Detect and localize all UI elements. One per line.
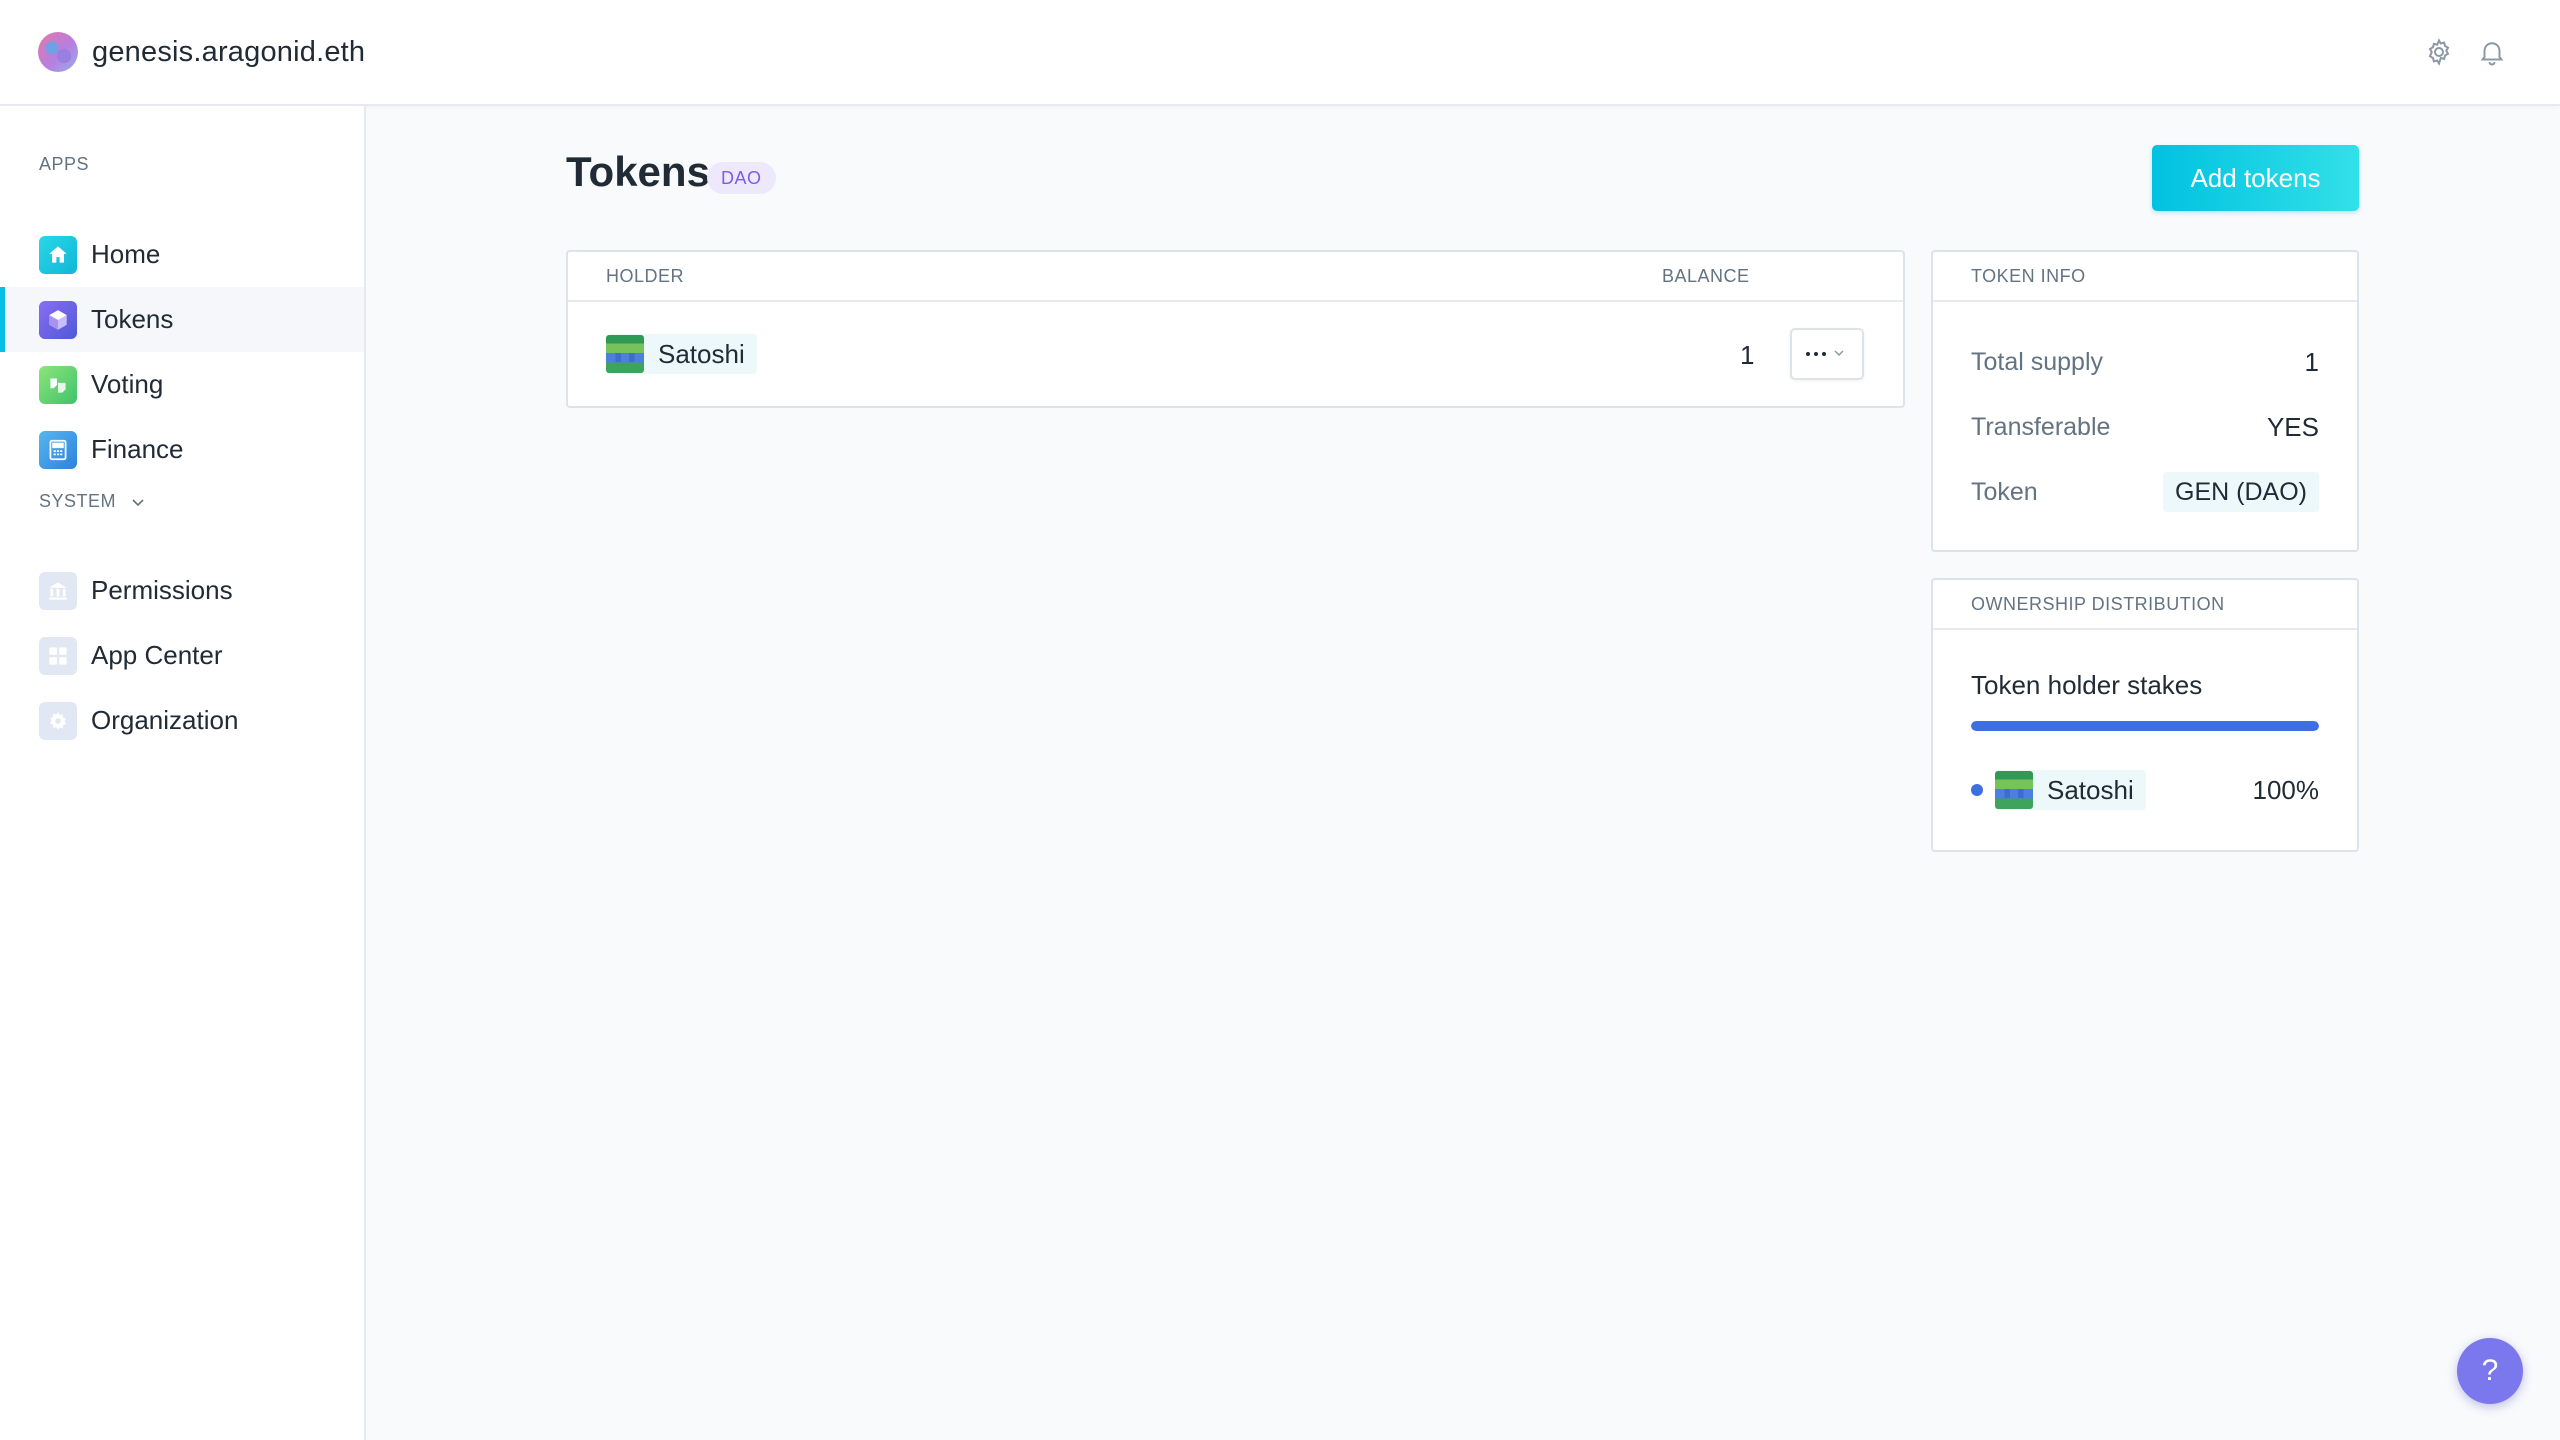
org-switcher[interactable]: genesis.aragonid.eth bbox=[38, 28, 365, 76]
ownership-distribution-panel: OWNERSHIP DISTRIBUTION Token holder stak… bbox=[1931, 578, 2359, 852]
token-info-panel: TOKEN INFO Total supply 1 Transferable Y… bbox=[1931, 250, 2359, 552]
table-header: HOLDER BALANCE bbox=[568, 252, 1903, 302]
stakes-bar bbox=[1971, 721, 2319, 731]
sidebar-item-label: Finance bbox=[91, 434, 184, 464]
bell-icon[interactable] bbox=[2474, 34, 2510, 70]
avatar bbox=[606, 335, 644, 373]
holder-column-header: HOLDER bbox=[606, 266, 685, 286]
stake-holder-name: Satoshi bbox=[2047, 774, 2134, 805]
stakes-title: Token holder stakes bbox=[1971, 670, 2203, 700]
avatar bbox=[1995, 771, 2033, 809]
info-key: Total supply bbox=[1971, 347, 2104, 376]
more-options-icon bbox=[1806, 350, 1844, 357]
token-row: Token GEN (DAO) bbox=[1971, 470, 2319, 514]
tokens-icon bbox=[39, 300, 77, 339]
total-supply-row: Total supply 1 bbox=[1971, 340, 2319, 384]
add-tokens-button[interactable]: Add tokens bbox=[2152, 145, 2359, 211]
row-actions-button[interactable] bbox=[1790, 328, 1864, 380]
info-key: Transferable bbox=[1971, 412, 2111, 441]
sidebar-item-home[interactable]: Home bbox=[0, 222, 364, 287]
legend-dot bbox=[1971, 784, 1983, 796]
org-name: genesis.aragonid.eth bbox=[92, 35, 366, 68]
chevron-down-icon bbox=[132, 498, 144, 506]
sidebar-item-label: Voting bbox=[91, 369, 164, 399]
sidebar-item-label: Organization bbox=[91, 705, 239, 735]
organization-icon bbox=[39, 701, 77, 740]
balance-column-header: BALANCE bbox=[1662, 266, 1750, 286]
info-value: 1 bbox=[2304, 346, 2319, 377]
sidebar-item-label: Home bbox=[91, 239, 161, 269]
token-symbol-badge[interactable]: GEN (DAO) bbox=[2163, 472, 2319, 512]
holder-name: Satoshi bbox=[658, 338, 745, 369]
stake-holder-row: Satoshi 100% bbox=[1971, 768, 2319, 812]
sidebar-item-label: Permissions bbox=[91, 575, 233, 605]
stake-holder-identity[interactable]: Satoshi bbox=[1995, 770, 2146, 810]
dao-tag: DAO bbox=[707, 162, 776, 194]
holder-identity[interactable]: Satoshi bbox=[606, 334, 757, 374]
sidebar-item-app-center[interactable]: App Center bbox=[0, 623, 364, 688]
sidebar-item-tokens[interactable]: Tokens bbox=[0, 287, 364, 352]
holders-table: HOLDER BALANCE Satoshi 1 bbox=[566, 250, 1905, 408]
info-value: YES bbox=[2266, 411, 2319, 442]
permissions-icon bbox=[39, 571, 77, 610]
sidebar-item-voting[interactable]: Voting bbox=[0, 352, 364, 417]
system-section-label: SYSTEM bbox=[39, 491, 117, 511]
stake-percent: 100% bbox=[2252, 774, 2320, 805]
home-icon bbox=[39, 235, 77, 274]
help-button[interactable]: ? bbox=[2457, 1338, 2523, 1404]
table-row: Satoshi 1 bbox=[568, 302, 1903, 406]
apps-section-label: APPS bbox=[39, 154, 90, 174]
gear-icon[interactable] bbox=[2421, 34, 2457, 70]
stakes-bar-fill bbox=[1971, 721, 2319, 731]
transferable-row: Transferable YES bbox=[1971, 405, 2319, 449]
token-info-heading: TOKEN INFO bbox=[1971, 266, 2086, 286]
sidebar-item-label: Tokens bbox=[91, 304, 174, 334]
page-title: Tokens bbox=[566, 148, 710, 195]
sidebar-item-label: App Center bbox=[91, 640, 223, 670]
finance-icon bbox=[39, 430, 77, 469]
token-info-header: TOKEN INFO bbox=[1933, 252, 2357, 302]
sidebar-item-permissions[interactable]: Permissions bbox=[0, 558, 364, 623]
info-key: Token bbox=[1971, 477, 2038, 506]
ownership-header: OWNERSHIP DISTRIBUTION bbox=[1933, 580, 2357, 630]
system-section-toggle[interactable]: SYSTEM bbox=[39, 491, 146, 512]
holder-balance: 1 bbox=[1740, 340, 1755, 370]
sidebar-item-organization[interactable]: Organization bbox=[0, 688, 364, 753]
sidebar-item-finance[interactable]: Finance bbox=[0, 417, 364, 482]
ownership-heading: OWNERSHIP DISTRIBUTION bbox=[1971, 594, 2225, 614]
org-avatar bbox=[38, 32, 78, 72]
app-center-icon bbox=[39, 636, 77, 675]
top-bar: genesis.aragonid.eth bbox=[0, 0, 2560, 106]
voting-icon bbox=[39, 365, 77, 404]
sidebar: APPS Home Tokens Voting Finance SYSTEM P… bbox=[0, 106, 366, 1440]
